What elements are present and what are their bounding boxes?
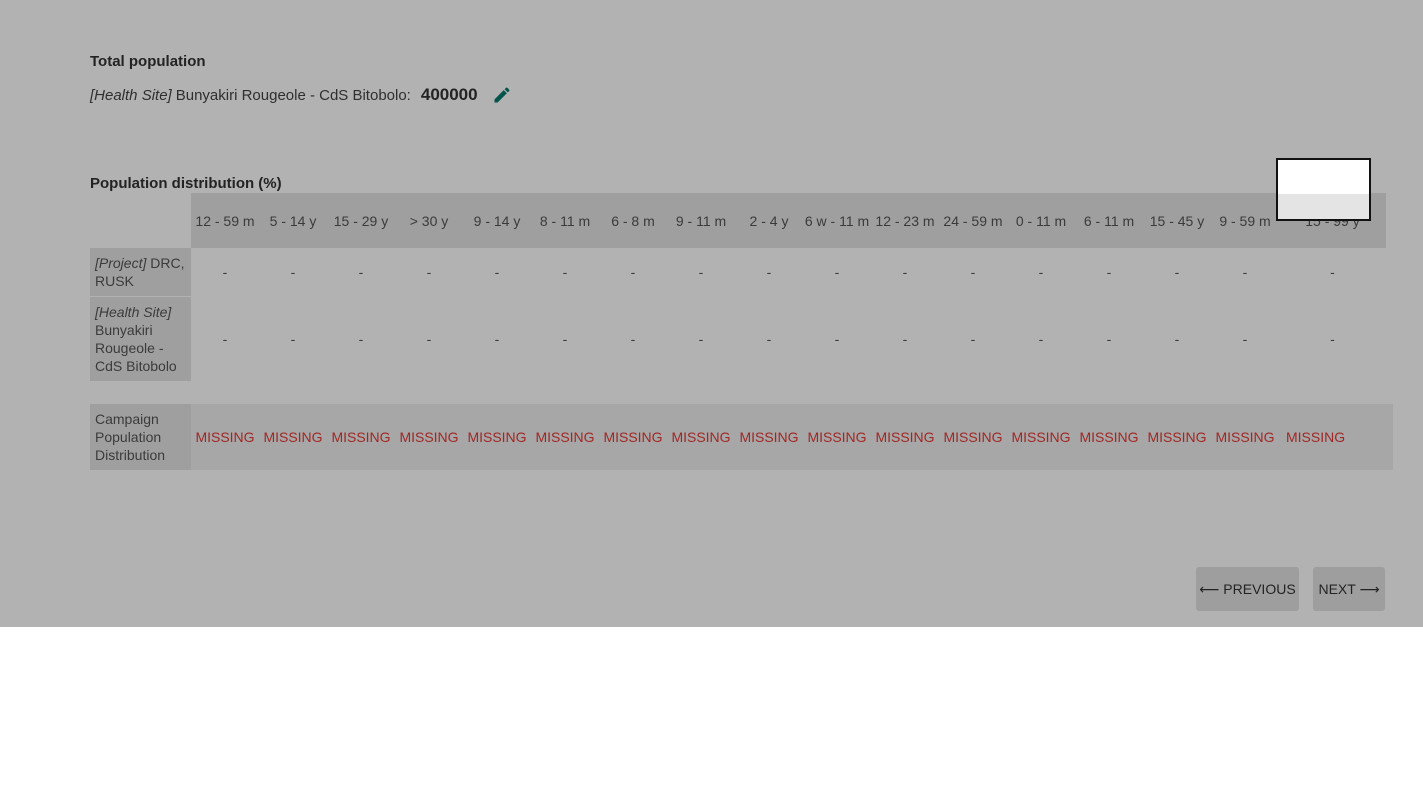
column-header: 5 - 14 y bbox=[259, 193, 327, 248]
table-cell: - bbox=[735, 296, 803, 382]
missing-value: MISSING bbox=[531, 404, 599, 470]
column-header: 9 - 14 y bbox=[463, 193, 531, 248]
pencil-icon[interactable] bbox=[492, 85, 512, 105]
column-header: 6 - 8 m bbox=[599, 193, 667, 248]
table-cell: - bbox=[259, 296, 327, 382]
table-cell: - bbox=[1007, 296, 1075, 382]
table-cell: - bbox=[327, 296, 395, 382]
population-distribution-table: 12 - 59 m5 - 14 y 15 - 29 y > 30 y9 - 14 y… bbox=[90, 193, 1386, 382]
table-cell: - bbox=[1211, 248, 1279, 297]
table-cell: - bbox=[939, 296, 1007, 382]
row-kind: [Health Site] bbox=[95, 304, 172, 320]
column-header: 15 - 45 y bbox=[1143, 193, 1211, 248]
row-kind: [Project] bbox=[95, 255, 147, 271]
population-distribution-title: Population distribution (%) bbox=[90, 175, 282, 192]
column-header: 12 - 59 m bbox=[191, 193, 259, 248]
popup-box[interactable] bbox=[1276, 158, 1371, 221]
missing-value: MISSING bbox=[667, 404, 735, 470]
column-header: 6 w - 11 m bbox=[803, 193, 871, 248]
table-cell: - bbox=[531, 248, 599, 297]
column-header: 8 - 11 m bbox=[531, 193, 599, 248]
table-cell: - bbox=[1211, 296, 1279, 382]
table-cell: - bbox=[803, 296, 871, 382]
missing-value: MISSING bbox=[871, 404, 939, 470]
missing-value: MISSING bbox=[395, 404, 463, 470]
table-cell: - bbox=[1075, 296, 1143, 382]
missing-value: MISSING bbox=[735, 404, 803, 470]
column-header: 6 - 11 m bbox=[1075, 193, 1143, 248]
table-cell: - bbox=[327, 248, 395, 297]
missing-value: MISSING bbox=[1211, 404, 1279, 470]
table-cell: - bbox=[1279, 248, 1386, 297]
table-cell: - bbox=[871, 248, 939, 297]
column-header: 2 - 4 y bbox=[735, 193, 803, 248]
campaign-distribution-table: Campaign Population Distribution MISSING… bbox=[90, 404, 1393, 470]
missing-value: MISSING bbox=[1075, 404, 1143, 470]
column-header: 9 - 11 m bbox=[667, 193, 735, 248]
table-row: [Health Site] Bunyakiri Rougeole - CdS B… bbox=[90, 296, 1386, 382]
row-label: [Project] DRC, RUSK bbox=[90, 248, 191, 297]
table-cell: - bbox=[1143, 248, 1211, 297]
table-cell: - bbox=[667, 248, 735, 297]
column-header: 24 - 59 m bbox=[939, 193, 1007, 248]
table-cell: - bbox=[735, 248, 803, 297]
row-label: [Health Site] Bunyakiri Rougeole - CdS B… bbox=[90, 296, 191, 382]
table-cell: - bbox=[259, 248, 327, 297]
table-cell: - bbox=[803, 248, 871, 297]
column-header: 15 - 29 y bbox=[327, 193, 395, 248]
table-cell: - bbox=[667, 296, 735, 382]
missing-value: MISSING bbox=[1143, 404, 1211, 470]
column-header: > 30 y bbox=[395, 193, 463, 248]
campaign-row-label: Campaign Population Distribution bbox=[90, 404, 191, 470]
missing-value: MISSING bbox=[599, 404, 667, 470]
table-row: [Project] DRC, RUSK - - - - - - - - - - - - - - - - - bbox=[90, 248, 1386, 297]
missing-value: MISSING bbox=[939, 404, 1007, 470]
table-cell: - bbox=[191, 248, 259, 297]
table-cell: - bbox=[599, 296, 667, 382]
missing-value: MISSING bbox=[463, 404, 531, 470]
table-cell: - bbox=[1143, 296, 1211, 382]
column-header: 12 - 23 m bbox=[871, 193, 939, 248]
total-population-value: 400000 bbox=[420, 85, 478, 104]
table-cell: - bbox=[871, 296, 939, 382]
total-population-line: [Health Site] Bunyakiri Rougeole - CdS B… bbox=[90, 83, 512, 107]
org-unit-name: Bunyakiri Rougeole - CdS Bitobolo: bbox=[175, 86, 411, 104]
table-cell: - bbox=[939, 248, 1007, 297]
total-population-title: Total population bbox=[90, 53, 206, 70]
table-cell: - bbox=[191, 296, 259, 382]
table-cell: - bbox=[395, 248, 463, 297]
missing-value: MISSING bbox=[327, 404, 395, 470]
column-header: 9 - 59 m bbox=[1211, 193, 1279, 248]
table-cell: - bbox=[463, 248, 531, 297]
table-corner bbox=[90, 193, 191, 248]
wizard-step-panel: Total population [Health Site] Bunyakiri… bbox=[0, 0, 1423, 627]
missing-value: MISSING bbox=[191, 404, 259, 470]
next-button[interactable]: NEXT ⟶ bbox=[1313, 567, 1385, 611]
table-cell: - bbox=[1279, 296, 1386, 382]
missing-value: MISSING bbox=[803, 404, 871, 470]
table-cell: - bbox=[463, 296, 531, 382]
table-cell: - bbox=[1075, 248, 1143, 297]
row-name: Bunyakiri Rougeole - CdS Bitobolo bbox=[95, 322, 177, 374]
column-header: 0 - 11 m bbox=[1007, 193, 1075, 248]
table-cell: - bbox=[531, 296, 599, 382]
table-cell: - bbox=[395, 296, 463, 382]
missing-value: MISSING bbox=[259, 404, 327, 470]
popup-highlight-row bbox=[1278, 194, 1369, 219]
table-cell: - bbox=[599, 248, 667, 297]
table-cell: - bbox=[1007, 248, 1075, 297]
missing-value: MISSING bbox=[1279, 404, 1393, 470]
previous-button[interactable]: ⟵ PREVIOUS bbox=[1196, 567, 1299, 611]
org-unit-kind: [Health Site] bbox=[90, 86, 172, 104]
missing-value: MISSING bbox=[1007, 404, 1075, 470]
